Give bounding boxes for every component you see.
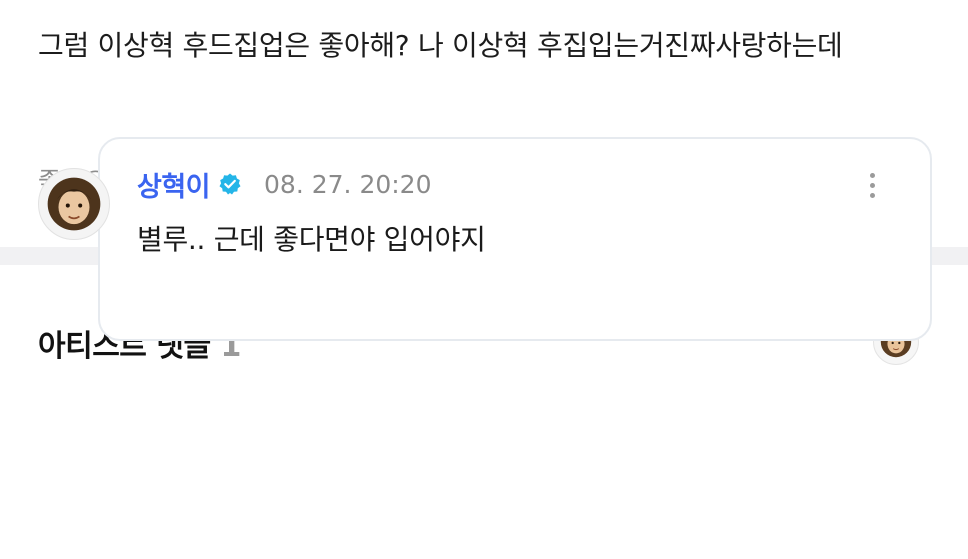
comment-author-avatar[interactable] — [38, 168, 110, 240]
comment-header: 상혁이 08. 27. 20:20 — [137, 164, 432, 204]
more-options-icon[interactable] — [856, 167, 888, 203]
comment-timestamp: 08. 27. 20:20 — [264, 169, 432, 199]
post-text: 그럼 이상혁 후드집업은 좋아해? 나 이상혁 후집입는거진짜사랑하는데 — [38, 29, 843, 62]
comment-author[interactable]: 상혁이 — [137, 165, 211, 204]
comment-text: 별루.. 근데 좋다면야 입어야지 — [137, 223, 486, 256]
verified-badge-icon — [218, 172, 242, 196]
